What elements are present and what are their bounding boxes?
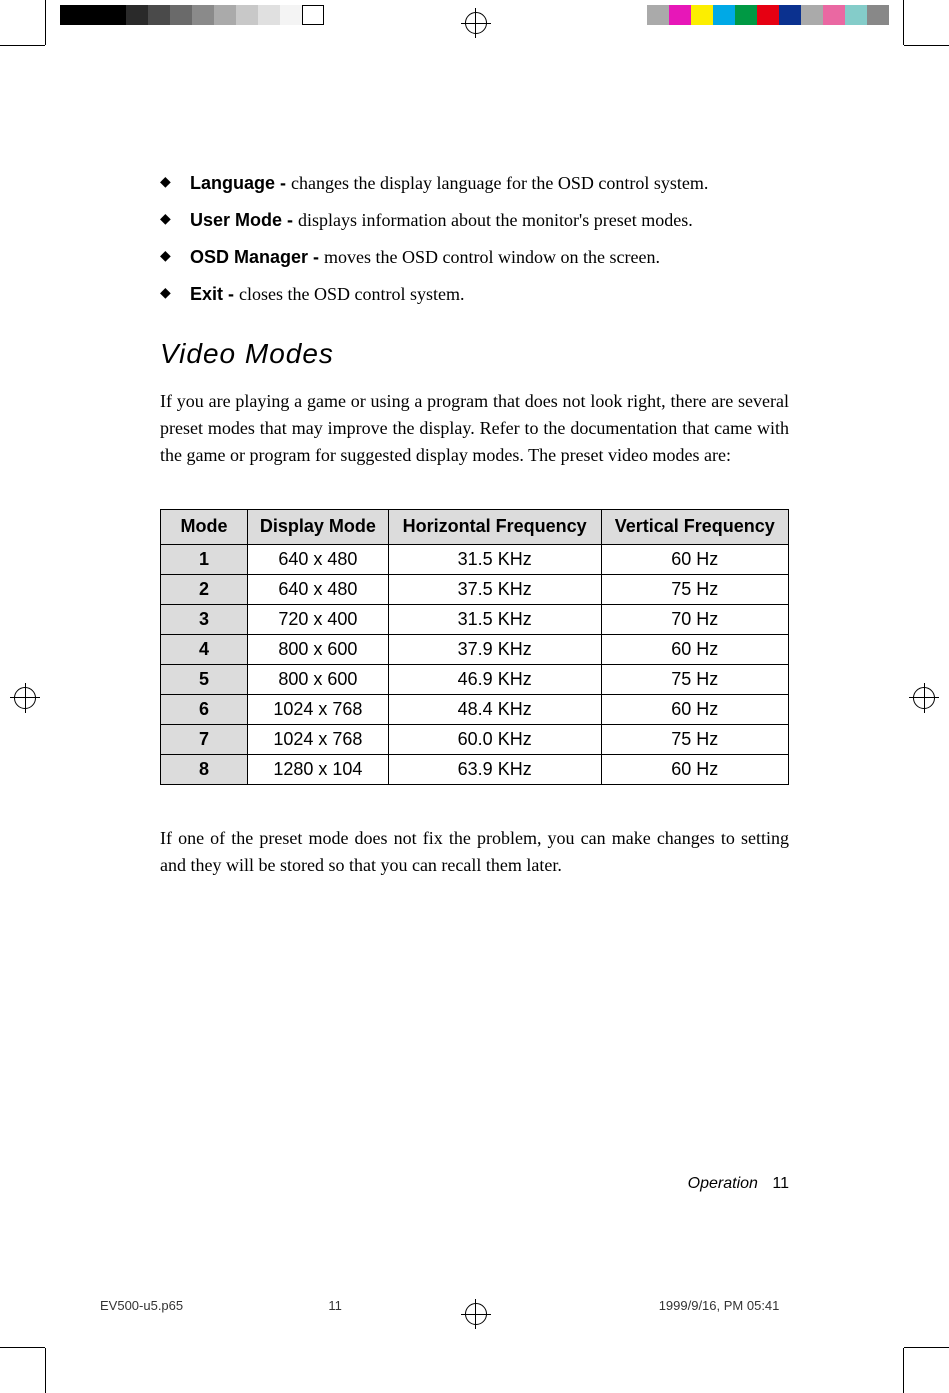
cell-display: 1024 x 768 — [248, 694, 389, 724]
cell-vfreq: 60 Hz — [601, 544, 788, 574]
intro-paragraph: If you are playing a game or using a pro… — [160, 388, 789, 469]
feature-label: Exit - — [190, 284, 239, 304]
cell-vfreq: 75 Hz — [601, 574, 788, 604]
cell-mode: 1 — [161, 544, 248, 574]
col-vfreq: Vertical Frequency — [601, 510, 788, 545]
table-row: 81280 x 10463.9 KHz60 Hz — [161, 754, 789, 784]
feature-label: User Mode - — [190, 210, 298, 230]
feature-text: closes the OSD control system. — [239, 284, 464, 304]
crop-mark — [45, 1348, 46, 1393]
table-row: 3720 x 40031.5 KHz70 Hz — [161, 604, 789, 634]
list-item: Language - changes the display language … — [160, 170, 789, 197]
footer-page-number: 11 — [772, 1175, 789, 1192]
cell-display: 640 x 480 — [248, 574, 389, 604]
grayscale-strip — [60, 5, 324, 25]
print-timestamp: 1999/9/16, PM 05:41 — [519, 1298, 849, 1313]
table-row: 2640 x 48037.5 KHz75 Hz — [161, 574, 789, 604]
print-file: EV500-u5.p65 — [100, 1298, 328, 1313]
feature-label: OSD Manager - — [190, 247, 324, 267]
list-item: User Mode - displays information about t… — [160, 207, 789, 234]
crop-mark — [903, 0, 904, 45]
section-heading: Video Modes — [160, 338, 789, 370]
table-row: 5800 x 60046.9 KHz75 Hz — [161, 664, 789, 694]
video-modes-table: Mode Display Mode Horizontal Frequency V… — [160, 509, 789, 785]
cell-hfreq: 46.9 KHz — [388, 664, 601, 694]
cell-vfreq: 60 Hz — [601, 754, 788, 784]
table-row: 61024 x 76848.4 KHz60 Hz — [161, 694, 789, 724]
cell-display: 640 x 480 — [248, 544, 389, 574]
cell-display: 1024 x 768 — [248, 724, 389, 754]
feature-text: changes the display language for the OSD… — [291, 173, 708, 193]
cell-hfreq: 63.9 KHz — [388, 754, 601, 784]
list-item: OSD Manager - moves the OSD control wind… — [160, 244, 789, 271]
col-mode: Mode — [161, 510, 248, 545]
crop-mark — [45, 0, 46, 45]
feature-text: moves the OSD control window on the scre… — [324, 247, 660, 267]
page-body: Language - changes the display language … — [0, 0, 949, 879]
table-header-row: Mode Display Mode Horizontal Frequency V… — [161, 510, 789, 545]
feature-text: displays information about the monitor's… — [298, 210, 693, 230]
col-display: Display Mode — [248, 510, 389, 545]
registration-mark-icon — [14, 687, 36, 709]
cell-hfreq: 60.0 KHz — [388, 724, 601, 754]
cell-vfreq: 60 Hz — [601, 634, 788, 664]
print-page: 11 — [328, 1298, 518, 1313]
cell-display: 800 x 600 — [248, 634, 389, 664]
cell-display: 1280 x 104 — [248, 754, 389, 784]
cell-mode: 6 — [161, 694, 248, 724]
list-item: Exit - closes the OSD control system. — [160, 281, 789, 308]
cell-display: 720 x 400 — [248, 604, 389, 634]
feature-list: Language - changes the display language … — [160, 170, 789, 308]
cell-mode: 4 — [161, 634, 248, 664]
cell-mode: 7 — [161, 724, 248, 754]
crop-mark — [903, 1348, 904, 1393]
page-footer: Operation 11 — [688, 1175, 789, 1193]
cell-display: 800 x 600 — [248, 664, 389, 694]
registration-mark-icon — [465, 12, 487, 34]
table-row: 71024 x 76860.0 KHz75 Hz — [161, 724, 789, 754]
table-row: 4800 x 60037.9 KHz60 Hz — [161, 634, 789, 664]
cell-hfreq: 48.4 KHz — [388, 694, 601, 724]
feature-label: Language - — [190, 173, 291, 193]
cell-hfreq: 37.9 KHz — [388, 634, 601, 664]
crop-mark — [0, 1347, 45, 1348]
footer-section-name: Operation — [688, 1175, 758, 1192]
cell-mode: 5 — [161, 664, 248, 694]
cell-hfreq: 31.5 KHz — [388, 604, 601, 634]
color-strip — [647, 5, 889, 25]
print-footer: EV500-u5.p65 11 1999/9/16, PM 05:41 — [0, 1298, 949, 1313]
cell-mode: 8 — [161, 754, 248, 784]
cell-mode: 3 — [161, 604, 248, 634]
cell-hfreq: 31.5 KHz — [388, 544, 601, 574]
crop-mark — [904, 1347, 949, 1348]
table-row: 1640 x 48031.5 KHz60 Hz — [161, 544, 789, 574]
cell-vfreq: 75 Hz — [601, 724, 788, 754]
registration-mark-icon — [913, 687, 935, 709]
col-hfreq: Horizontal Frequency — [388, 510, 601, 545]
cell-vfreq: 75 Hz — [601, 664, 788, 694]
cell-mode: 2 — [161, 574, 248, 604]
cell-vfreq: 70 Hz — [601, 604, 788, 634]
closing-paragraph: If one of the preset mode does not fix t… — [160, 825, 789, 879]
cell-vfreq: 60 Hz — [601, 694, 788, 724]
cell-hfreq: 37.5 KHz — [388, 574, 601, 604]
crop-mark — [0, 45, 45, 46]
crop-mark — [904, 45, 949, 46]
